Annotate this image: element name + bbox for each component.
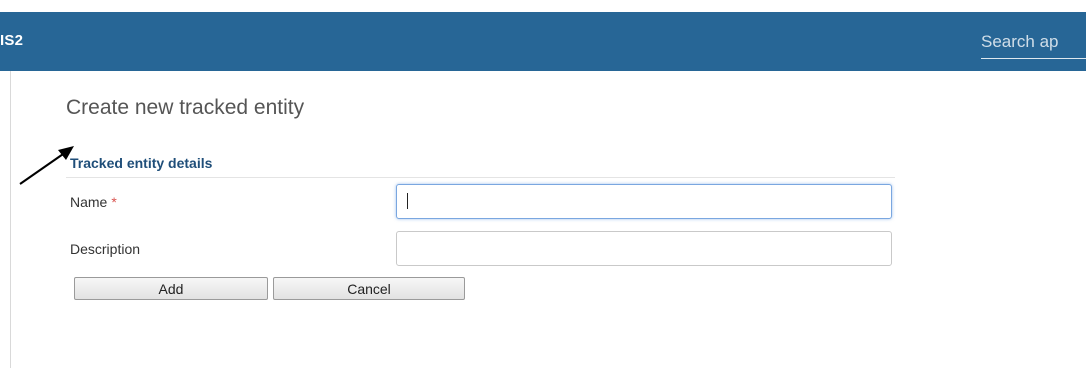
page-title: Create new tracked entity — [66, 96, 305, 119]
name-input[interactable] — [396, 184, 892, 219]
section-divider — [66, 177, 895, 178]
name-label-text: Name — [70, 194, 108, 210]
search-input[interactable] — [981, 28, 1086, 56]
add-button[interactable]: Add — [74, 277, 268, 300]
cancel-button[interactable]: Cancel — [273, 277, 465, 300]
section-title: Tracked entity details — [70, 155, 213, 171]
app-header: IS2 — [0, 12, 1086, 71]
annotation-arrow-icon — [19, 146, 74, 185]
description-field-label: Description — [70, 241, 141, 257]
name-field-label: Name * — [70, 194, 117, 210]
required-marker: * — [111, 194, 117, 210]
top-strip — [0, 0, 1086, 12]
search-box[interactable] — [981, 28, 1086, 59]
text-cursor — [407, 193, 408, 209]
description-input[interactable] — [396, 231, 892, 266]
left-divider — [10, 71, 11, 368]
app-title[interactable]: IS2 — [0, 32, 23, 49]
